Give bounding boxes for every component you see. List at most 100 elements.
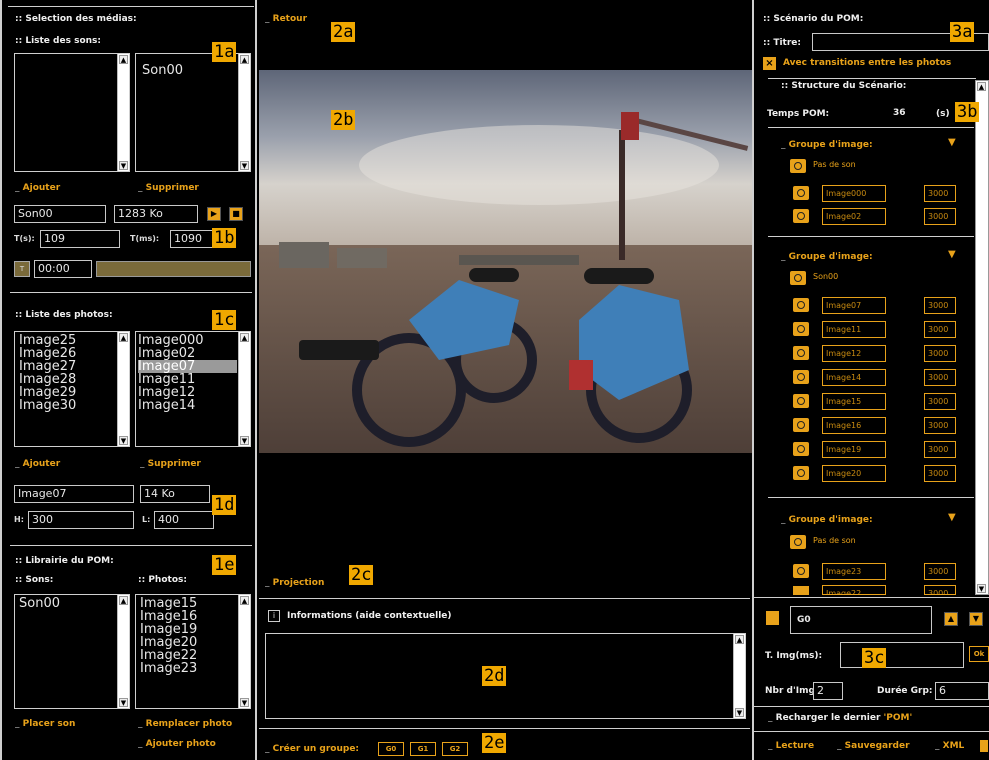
- camera-icon[interactable]: [793, 442, 809, 456]
- list-item[interactable]: Image30: [19, 399, 76, 412]
- group-3-image-1-duration[interactable]: 3000: [924, 563, 956, 580]
- group-1-image-1[interactable]: Image000: [822, 185, 886, 202]
- scrollbar[interactable]: ▲ ▼: [117, 595, 129, 708]
- group-3-header[interactable]: _ Groupe d'image:: [781, 515, 873, 525]
- scroll-up-icon[interactable]: ▲: [119, 55, 128, 64]
- h-field[interactable]: 300: [28, 511, 134, 529]
- group-1-header[interactable]: _ Groupe d'image:: [781, 140, 873, 150]
- group-2-image-2-duration[interactable]: 3000: [924, 321, 956, 338]
- library-sounds-list[interactable]: Son00 ▲ ▼: [14, 594, 130, 709]
- xml-link[interactable]: _ XML: [935, 741, 964, 751]
- remove-sound-link[interactable]: _ Supprimer: [138, 183, 199, 193]
- stop-icon[interactable]: ■: [229, 207, 243, 221]
- photos-available-list[interactable]: Image25 Image26 Image27 Image28 Image29 …: [14, 331, 130, 447]
- camera-icon[interactable]: [793, 466, 809, 480]
- camera-icon[interactable]: [793, 209, 809, 223]
- sound-progress-bar[interactable]: [96, 261, 251, 277]
- time-toggle-button[interactable]: T: [14, 261, 30, 277]
- scroll-up-icon[interactable]: ▲: [240, 55, 249, 64]
- group-2-image-1-duration[interactable]: 3000: [924, 297, 956, 314]
- structure-scrollbar[interactable]: ▲ ▼: [975, 80, 989, 595]
- scroll-down-icon[interactable]: ▼: [240, 161, 249, 170]
- scroll-down-icon[interactable]: ▼: [119, 436, 128, 445]
- replace-photo-link[interactable]: _ Remplacer photo: [138, 719, 232, 729]
- scrollbar[interactable]: ▲ ▼: [117, 332, 129, 446]
- trash-icon[interactable]: [766, 611, 779, 625]
- speaker-icon[interactable]: [790, 159, 806, 173]
- projection-link[interactable]: _ Projection: [265, 578, 324, 588]
- group-2-image-4-duration[interactable]: 3000: [924, 369, 956, 386]
- place-sound-link[interactable]: _ Placer son: [15, 719, 75, 729]
- camera-icon[interactable]: [793, 586, 809, 595]
- scroll-down-icon[interactable]: ▼: [119, 161, 128, 170]
- photo-name-field[interactable]: Image07: [14, 485, 134, 503]
- sounds-selected-list[interactable]: Son00 ▲ ▼: [135, 53, 251, 172]
- group-2-image-7-duration[interactable]: 3000: [924, 441, 956, 458]
- scrollbar[interactable]: ▲ ▼: [238, 332, 250, 446]
- group-g1-button[interactable]: G1: [410, 742, 436, 756]
- camera-icon[interactable]: [793, 418, 809, 432]
- play-icon[interactable]: ▶: [207, 207, 221, 221]
- group-g2-button[interactable]: G2: [442, 742, 468, 756]
- add-sound-link[interactable]: _ Ajouter: [15, 183, 60, 193]
- scroll-down-icon[interactable]: ▼: [240, 698, 249, 707]
- scroll-up-icon[interactable]: ▲: [240, 596, 249, 605]
- group-3-image-2-duration[interactable]: 3000: [924, 585, 956, 595]
- group-2-image-8[interactable]: Image20: [822, 465, 886, 482]
- remove-photo-link[interactable]: _ Supprimer: [140, 459, 201, 469]
- move-down-icon[interactable]: ▼: [969, 612, 983, 626]
- camera-icon[interactable]: [793, 186, 809, 200]
- scroll-up-icon[interactable]: ▲: [240, 333, 249, 342]
- group-2-image-6-duration[interactable]: 3000: [924, 417, 956, 434]
- group-2-image-4[interactable]: Image14: [822, 369, 886, 386]
- camera-icon[interactable]: [793, 346, 809, 360]
- group-g0-button[interactable]: G0: [378, 742, 404, 756]
- group-2-image-1[interactable]: Image07: [822, 297, 886, 314]
- move-up-icon[interactable]: ▲: [944, 612, 958, 626]
- group-2-image-5[interactable]: Image15: [822, 393, 886, 410]
- scroll-down-icon[interactable]: ▼: [119, 698, 128, 707]
- speaker-icon[interactable]: [790, 535, 806, 549]
- scroll-down-icon[interactable]: ▼: [977, 584, 986, 593]
- t-s-field[interactable]: 109: [40, 230, 120, 248]
- lecture-link[interactable]: _ Lecture: [768, 741, 814, 751]
- sounds-available-list[interactable]: ▲ ▼: [14, 53, 130, 172]
- scrollbar[interactable]: ▲ ▼: [976, 81, 988, 594]
- group-1-image-1-duration[interactable]: 3000: [924, 185, 956, 202]
- photos-selected-list[interactable]: Image000 Image02 Image07 Image11 Image12…: [135, 331, 251, 447]
- scroll-up-icon[interactable]: ▲: [735, 635, 744, 644]
- transitions-checkbox[interactable]: ×: [763, 57, 776, 70]
- list-item[interactable]: Son00: [19, 597, 60, 610]
- scroll-up-icon[interactable]: ▲: [119, 596, 128, 605]
- group-2-image-3[interactable]: Image12: [822, 345, 886, 362]
- add-photo-link[interactable]: _ Ajouter: [15, 459, 60, 469]
- group-2-image-7[interactable]: Image19: [822, 441, 886, 458]
- camera-icon[interactable]: [793, 394, 809, 408]
- group-2-image-2[interactable]: Image11: [822, 321, 886, 338]
- l-field[interactable]: 400: [154, 511, 214, 529]
- group-1-collapse-icon[interactable]: ▼: [948, 137, 956, 148]
- save-link[interactable]: _ Sauvegarder: [837, 741, 910, 751]
- group-2-collapse-icon[interactable]: ▼: [948, 249, 956, 260]
- speaker-icon[interactable]: [790, 271, 806, 285]
- group-1-image-2-duration[interactable]: 3000: [924, 208, 956, 225]
- t-img-field[interactable]: [840, 642, 964, 668]
- group-2-image-3-duration[interactable]: 3000: [924, 345, 956, 362]
- camera-icon[interactable]: [793, 370, 809, 384]
- scrollbar[interactable]: ▲ ▼: [733, 634, 745, 718]
- list-item[interactable]: Image23: [140, 662, 197, 675]
- list-item[interactable]: Son00: [142, 64, 183, 77]
- group-2-image-5-duration[interactable]: 3000: [924, 393, 956, 410]
- scroll-up-icon[interactable]: ▲: [119, 333, 128, 342]
- scroll-down-icon[interactable]: ▼: [735, 708, 744, 717]
- library-photos-list[interactable]: Image15 Image16 Image19 Image20 Image22 …: [135, 594, 251, 709]
- group-field[interactable]: G0: [790, 606, 932, 634]
- group-3-image-1[interactable]: Image23: [822, 563, 886, 580]
- group-3-image-2[interactable]: Image22: [822, 585, 886, 595]
- list-item[interactable]: Image14: [138, 399, 237, 412]
- camera-icon[interactable]: [793, 322, 809, 336]
- xml-icon[interactable]: [980, 740, 988, 752]
- t-ms-field[interactable]: 1090: [170, 230, 214, 248]
- scroll-down-icon[interactable]: ▼: [240, 436, 249, 445]
- group-2-image-6[interactable]: Image16: [822, 417, 886, 434]
